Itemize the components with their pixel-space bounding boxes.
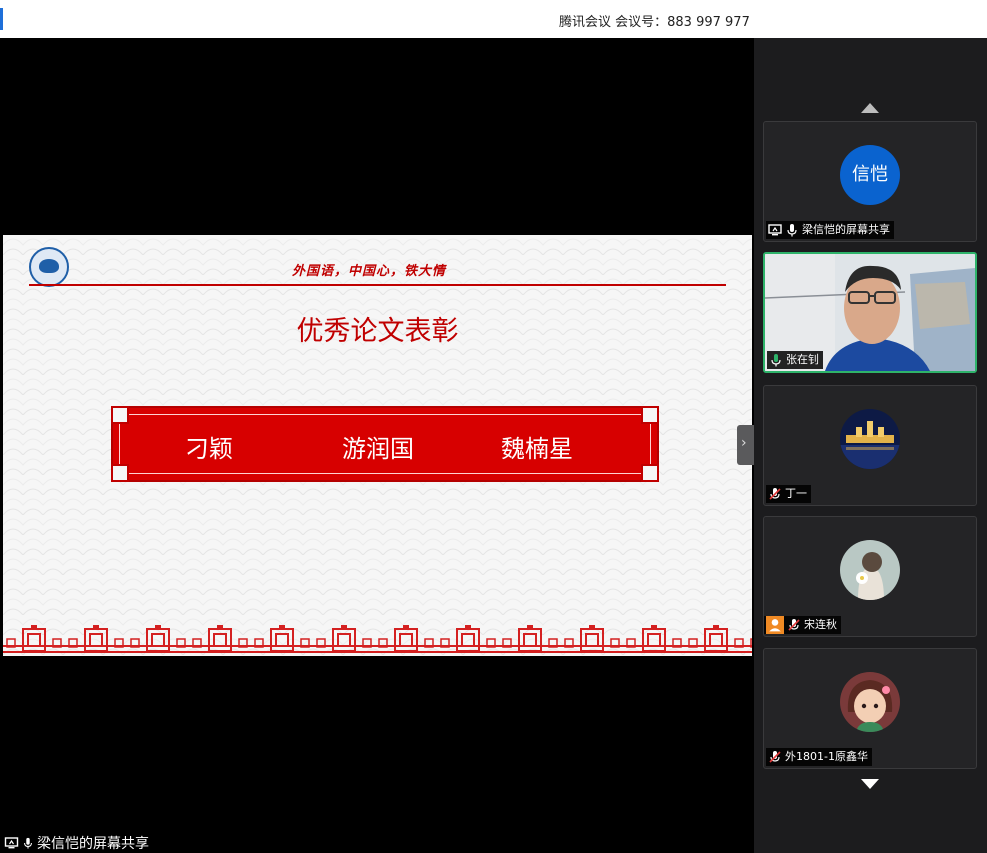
microphone-icon [24, 837, 32, 849]
presentation-slide: 外国语，中国心，铁大情 优秀论文表彰 刁颖 游润国 魏楠星 [3, 235, 752, 656]
meeting-title: 腾讯会议 会议号：883 997 977 [559, 15, 750, 30]
participant-label: 丁一 [766, 485, 811, 503]
screen-share-icon [4, 837, 19, 849]
decorative-border [3, 625, 752, 656]
participant-tile[interactable]: 宋连秋 [763, 516, 977, 637]
participant-name: 宋连秋 [804, 618, 837, 631]
share-label-text: 梁信恺的屏幕共享 [37, 836, 149, 852]
banner-corner-ornament [111, 464, 129, 482]
microphone-muted-icon [788, 619, 800, 631]
microphone-speaking-icon [771, 354, 781, 367]
participant-label: 外1801-1原鑫华 [766, 748, 872, 766]
awardee-name: 魏楠星 [501, 435, 573, 463]
screen-share-icon [768, 224, 782, 236]
awardee-name: 游润国 [342, 435, 414, 463]
microphone-icon [787, 224, 797, 237]
participant-name: 丁一 [785, 487, 807, 500]
participant-name: 外1801-1原鑫华 [785, 750, 868, 763]
participant-tile[interactable]: 信恺 梁信恺的屏幕共享 [763, 121, 977, 242]
collapse-sidebar-button[interactable]: › [737, 425, 755, 465]
title-bar: 腾讯会议 会议号：883 997 977 [0, 0, 987, 38]
participant-name: 梁信恺的屏幕共享 [802, 223, 890, 236]
banner-corner-ornament [641, 464, 659, 482]
slide-motto: 外国语，中国心，铁大情 [292, 264, 447, 279]
banner-corner-ornament [111, 406, 129, 424]
participant-label: 张在钊 [767, 351, 823, 369]
slide-title: 优秀论文表彰 [296, 316, 459, 347]
microphone-muted-icon [769, 751, 781, 763]
participant-tile[interactable]: 丁一 [763, 385, 977, 506]
university-logo [29, 247, 69, 287]
participant-label: 宋连秋 [764, 616, 841, 634]
participant-tile-active[interactable]: 张在钊 [763, 252, 977, 373]
window-accent [0, 8, 3, 30]
chevron-up-icon[interactable] [861, 103, 879, 113]
banner-corner-ornament [641, 406, 659, 424]
microphone-muted-icon [769, 488, 781, 500]
chevron-down-icon[interactable] [861, 779, 879, 789]
avatar [840, 409, 900, 469]
chevron-right-icon: › [741, 435, 747, 451]
avatar [840, 540, 900, 600]
names-banner: 刁颖 游润国 魏楠星 [111, 406, 659, 482]
screen-share-label: 梁信恺的屏幕共享 [4, 833, 149, 853]
participant-label: 梁信恺的屏幕共享 [766, 221, 894, 239]
header-divider [29, 284, 726, 286]
host-user-icon [766, 616, 784, 634]
avatar: 信恺 [840, 145, 900, 205]
participant-tile[interactable]: 外1801-1原鑫华 [763, 648, 977, 769]
awardee-name: 刁颖 [185, 435, 233, 463]
avatar [840, 672, 900, 732]
participant-name: 张在钊 [786, 353, 819, 366]
